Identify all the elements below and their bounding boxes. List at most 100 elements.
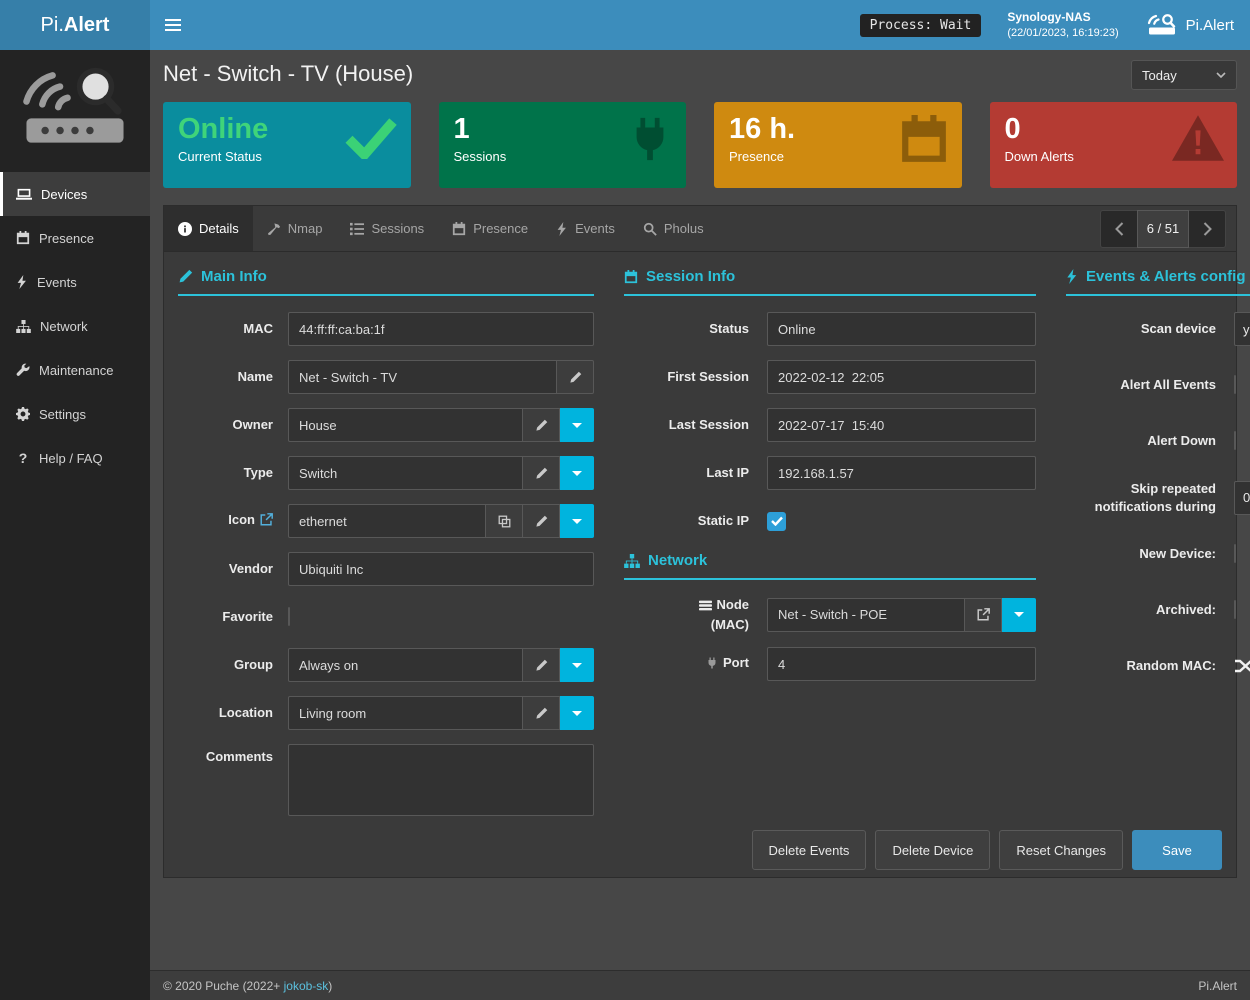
- skip-notifications-label: Skip repeated notifications during: [1066, 480, 1216, 515]
- last-session-label: Last Session: [624, 416, 749, 434]
- type-dropdown-button[interactable]: [560, 456, 594, 490]
- sidebar-item-network[interactable]: Network: [0, 304, 150, 348]
- icon-dropdown-button[interactable]: [560, 504, 594, 538]
- field-last-ip: Last IP: [624, 456, 1036, 490]
- field-alert-all: Alert All Events: [1066, 368, 1250, 402]
- sidebar-item-presence[interactable]: Presence: [0, 216, 150, 260]
- group-input[interactable]: [288, 648, 523, 682]
- card-sessions[interactable]: 1 Sessions: [439, 102, 687, 188]
- alert-all-checkbox[interactable]: [1234, 375, 1236, 394]
- card-current-status[interactable]: Online Current Status: [163, 102, 411, 188]
- node-label: Node (MAC): [624, 596, 749, 633]
- caret-down-icon: [572, 519, 582, 524]
- save-button[interactable]: Save: [1132, 830, 1222, 870]
- sidebar-item-maintenance[interactable]: Maintenance: [0, 348, 150, 392]
- scan-device-select[interactable]: yes: [1234, 312, 1250, 346]
- new-device-checkbox[interactable]: [1234, 544, 1236, 563]
- sidebar-item-devices[interactable]: Devices: [0, 172, 150, 216]
- events-alerts-section: Events & Alerts config Scan device yes A…: [1066, 268, 1250, 830]
- favorite-checkbox[interactable]: [288, 607, 290, 626]
- tab-presence[interactable]: Presence: [438, 206, 542, 251]
- sidebar-item-help[interactable]: ? Help / FAQ: [0, 436, 150, 480]
- mac-label: MAC: [178, 320, 273, 338]
- gear-icon: [16, 407, 30, 421]
- skip-notifications-select[interactable]: 0 h (notify all event: [1234, 481, 1250, 515]
- prev-device-button[interactable]: [1100, 210, 1137, 248]
- node-dropdown-button[interactable]: [1002, 598, 1036, 632]
- tab-nmap[interactable]: Nmap: [253, 206, 337, 251]
- card-presence[interactable]: 16 h. Presence: [714, 102, 962, 188]
- open-node-button[interactable]: [965, 598, 1002, 632]
- field-owner: Owner: [178, 408, 594, 442]
- last-ip-label: Last IP: [624, 464, 749, 482]
- caret-down-icon: [1014, 612, 1024, 617]
- tabstrip: Details Nmap Sessions Presence: [164, 206, 1236, 252]
- edit-icon-button[interactable]: [523, 504, 560, 538]
- delete-device-button[interactable]: Delete Device: [875, 830, 990, 870]
- app-logo[interactable]: Pi.Alert: [0, 0, 150, 50]
- icon-input[interactable]: [288, 504, 486, 538]
- copy-icon-button[interactable]: [486, 504, 523, 538]
- field-location: Location: [178, 696, 594, 730]
- edit-owner-button[interactable]: [523, 408, 560, 442]
- last-session-input[interactable]: [767, 408, 1036, 442]
- field-last-session: Last Session: [624, 408, 1036, 442]
- status-label: Status: [624, 320, 749, 338]
- top-header: Pi.Alert Process: Wait Synology-NAS (22/…: [0, 0, 1250, 50]
- edit-name-button[interactable]: [557, 360, 594, 394]
- sidebar-item-label: Help / FAQ: [39, 451, 103, 466]
- static-ip-checkbox[interactable]: [767, 512, 786, 531]
- mac-input[interactable]: [288, 312, 594, 346]
- port-input[interactable]: [767, 647, 1036, 681]
- first-session-input[interactable]: [767, 360, 1036, 394]
- plug-icon: [706, 657, 718, 669]
- tab-label: Presence: [473, 221, 528, 236]
- laptop-icon: [16, 188, 32, 201]
- period-selector[interactable]: Today: [1131, 60, 1237, 90]
- field-vendor: Vendor: [178, 552, 594, 586]
- archived-label: Archived:: [1066, 601, 1216, 619]
- caret-down-icon: [572, 471, 582, 476]
- type-input[interactable]: [288, 456, 523, 490]
- external-link-icon[interactable]: [260, 513, 273, 526]
- sidebar-item-settings[interactable]: Settings: [0, 392, 150, 436]
- footer-copyright: © 2020 Puche (2022+ jokob-sk): [163, 979, 332, 993]
- next-device-button[interactable]: [1189, 210, 1226, 248]
- vendor-input[interactable]: [288, 552, 594, 586]
- group-dropdown-button[interactable]: [560, 648, 594, 682]
- name-input[interactable]: [288, 360, 557, 394]
- archived-checkbox[interactable]: [1234, 600, 1236, 619]
- process-status-badge: Process: Wait: [860, 14, 982, 37]
- field-group: Group: [178, 648, 594, 682]
- alert-down-checkbox[interactable]: [1234, 431, 1236, 450]
- sidebar-item-label: Devices: [41, 187, 87, 202]
- jokob-sk-link[interactable]: jokob-sk: [284, 979, 329, 993]
- edit-location-button[interactable]: [523, 696, 560, 730]
- content: Net - Switch - TV (House) Today Online C…: [150, 50, 1250, 970]
- edit-group-button[interactable]: [523, 648, 560, 682]
- tab-events[interactable]: Events: [542, 206, 629, 251]
- hamburger-icon[interactable]: [150, 0, 196, 50]
- tab-label: Events: [575, 221, 615, 236]
- reset-changes-button[interactable]: Reset Changes: [999, 830, 1123, 870]
- card-down-alerts[interactable]: 0 Down Alerts: [990, 102, 1238, 188]
- location-input[interactable]: [288, 696, 523, 730]
- last-ip-input[interactable]: [767, 456, 1036, 490]
- comments-textarea[interactable]: [288, 744, 594, 816]
- location-dropdown-button[interactable]: [560, 696, 594, 730]
- owner-label: Owner: [178, 416, 273, 434]
- owner-dropdown-button[interactable]: [560, 408, 594, 442]
- tab-sessions[interactable]: Sessions: [336, 206, 438, 251]
- node-input[interactable]: [767, 598, 965, 632]
- list-icon: [350, 222, 364, 236]
- owner-input[interactable]: [288, 408, 523, 442]
- field-skip-notifications: Skip repeated notifications during 0 h (…: [1066, 480, 1250, 515]
- sidebar-item-events[interactable]: Events: [0, 260, 150, 304]
- tab-details[interactable]: Details: [164, 206, 253, 251]
- field-comments: Comments: [178, 744, 594, 816]
- edit-type-button[interactable]: [523, 456, 560, 490]
- router-search-logo: [19, 66, 131, 152]
- status-input[interactable]: [767, 312, 1036, 346]
- tab-pholus[interactable]: Pholus: [629, 206, 718, 251]
- delete-events-button[interactable]: Delete Events: [752, 830, 867, 870]
